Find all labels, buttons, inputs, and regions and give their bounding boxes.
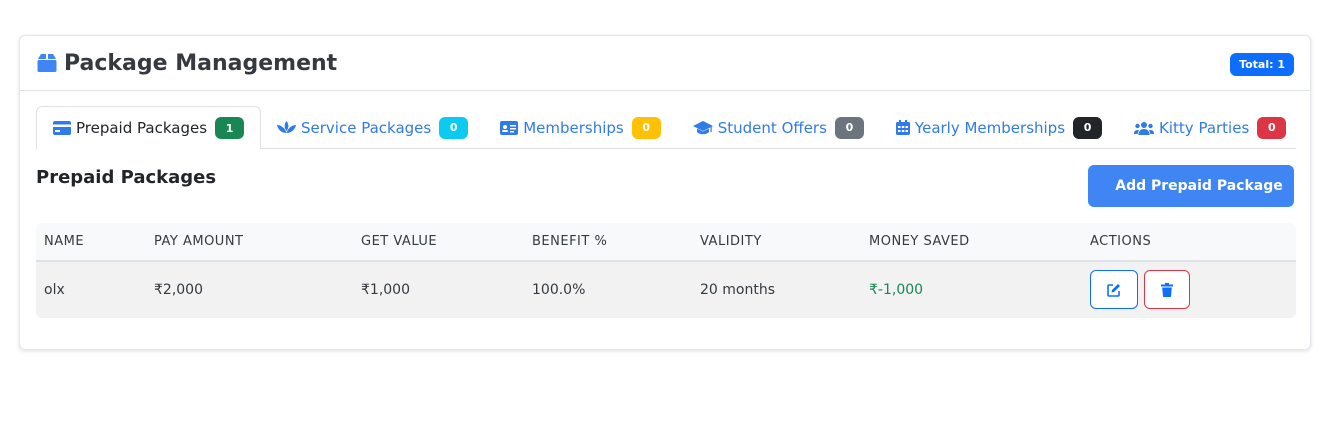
column-header-pay-amount: PAY AMOUNT xyxy=(146,223,353,262)
add-prepaid-package-button[interactable]: Add Prepaid Package xyxy=(1088,165,1294,207)
tab-service-packages[interactable]: Service Packages 0 xyxy=(261,106,484,149)
tab-student-offers[interactable]: Student Offers 0 xyxy=(677,106,880,149)
tab-label: Memberships xyxy=(523,118,624,137)
cell-validity: 20 months xyxy=(700,281,775,298)
column-header-name: NAME xyxy=(36,223,146,262)
total-badge: Total: 1 xyxy=(1230,52,1294,76)
cell-money-saved: ₹-1,000 xyxy=(869,281,924,298)
users-icon xyxy=(1134,121,1155,135)
tab-yearly-memberships[interactable]: Yearly Memberships 0 xyxy=(880,106,1118,149)
table-header-row: NAME PAY AMOUNT GET VALUE BENEFIT % VALI… xyxy=(36,223,1296,262)
trash-icon xyxy=(1161,282,1173,297)
tab-label: Prepaid Packages xyxy=(76,119,208,137)
column-header-money-saved: MONEY SAVED xyxy=(861,223,1082,262)
tab-count-badge: 1 xyxy=(215,117,245,139)
column-header-actions: ACTIONS xyxy=(1082,223,1296,262)
tab-count-badge: 0 xyxy=(1073,116,1103,139)
delete-button[interactable] xyxy=(1144,270,1190,309)
card-header: Package Management Total: 1 xyxy=(20,36,1310,91)
tab-label: Student Offers xyxy=(717,118,827,137)
edit-icon xyxy=(1107,283,1121,297)
box-icon xyxy=(36,53,58,73)
cell-actions xyxy=(1082,261,1296,317)
title-wrap: Package Management xyxy=(36,51,337,76)
column-header-validity: VALIDITY xyxy=(692,223,861,262)
packages-table: NAME PAY AMOUNT GET VALUE BENEFIT % VALI… xyxy=(36,223,1296,317)
spa-icon xyxy=(277,120,297,135)
tab-count-badge: 0 xyxy=(1257,116,1287,139)
tab-memberships[interactable]: Memberships 0 xyxy=(484,106,677,149)
cell-pay-amount: ₹2,000 xyxy=(154,281,203,298)
id-card-icon xyxy=(500,120,519,135)
tab-count-badge: 0 xyxy=(631,116,661,139)
tab-label: Kitty Parties xyxy=(1159,118,1250,137)
tab-label: Yearly Memberships xyxy=(914,118,1066,137)
package-management-card: Package Management Total: 1 Prepaid Pack… xyxy=(19,35,1311,350)
credit-card-icon xyxy=(53,121,71,135)
package-tabs: Prepaid Packages 1 Service Packages 0 Me… xyxy=(36,106,1296,150)
cell-name: olx xyxy=(44,281,65,298)
page-title: Package Management xyxy=(64,50,338,76)
edit-button[interactable] xyxy=(1090,270,1138,309)
tab-count-badge: 0 xyxy=(834,116,864,139)
column-header-get-value: GET VALUE xyxy=(353,223,524,262)
cell-benefit: 100.0% xyxy=(532,281,586,298)
row-actions xyxy=(1090,270,1288,309)
graduation-cap-icon xyxy=(692,120,713,135)
cell-get-value: ₹1,000 xyxy=(361,281,410,298)
calendar-icon xyxy=(895,120,910,135)
tab-prepaid-packages[interactable]: Prepaid Packages 1 xyxy=(36,106,262,150)
column-header-benefit: BENEFIT % xyxy=(524,223,692,262)
section-title: Prepaid Packages xyxy=(36,167,217,188)
tab-kitty-parties[interactable]: Kitty Parties 0 xyxy=(1118,106,1302,149)
tab-label: Service Packages xyxy=(301,118,432,137)
tab-count-badge: 0 xyxy=(439,116,469,139)
packages-table-wrap: NAME PAY AMOUNT GET VALUE BENEFIT % VALI… xyxy=(36,223,1296,318)
table-row: olx ₹2,000 ₹1,000 100.0% 20 months ₹-1,0… xyxy=(36,261,1296,317)
